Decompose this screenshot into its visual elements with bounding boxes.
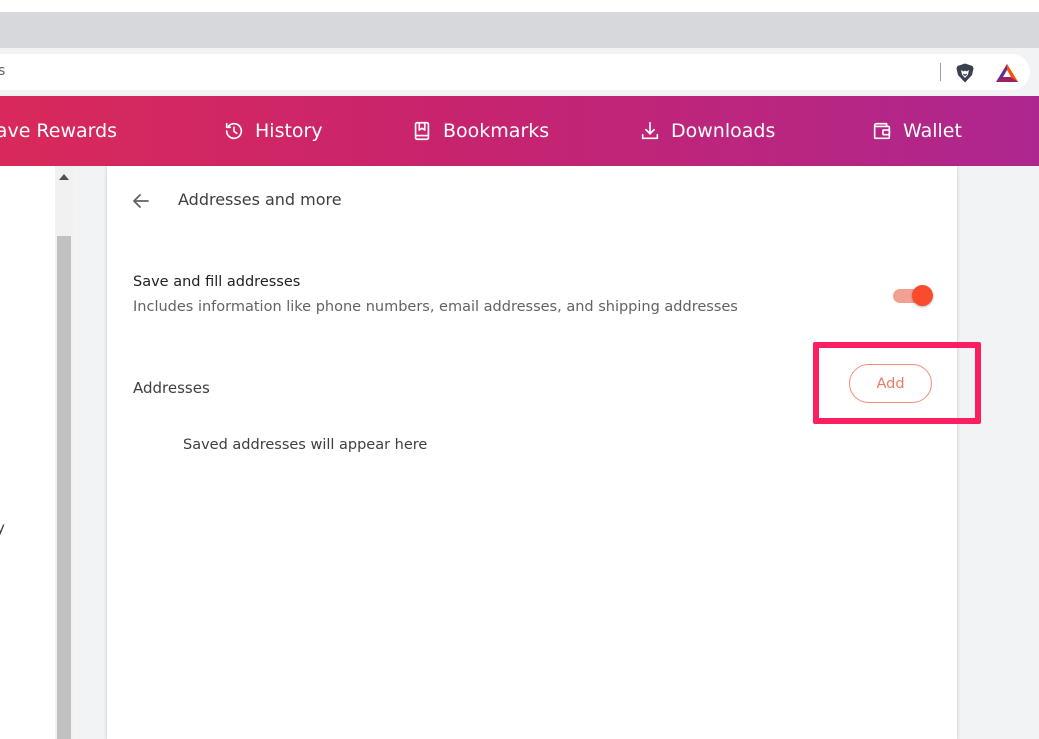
- history-icon: [225, 122, 243, 140]
- nav-brave-rewards-label: rave Rewards: [0, 120, 118, 142]
- page-title: Addresses and more: [178, 190, 342, 209]
- nav-wallet-label: Wallet: [903, 120, 962, 142]
- address-bar-separator: [940, 63, 941, 81]
- nav-history[interactable]: History: [223, 96, 323, 166]
- nav-downloads[interactable]: Downloads: [639, 96, 775, 166]
- nav-downloads-label: Downloads: [671, 120, 776, 142]
- bookmarks-icon: [414, 121, 430, 141]
- scrollbar-thumb[interactable]: [57, 236, 71, 739]
- tab-strip: [0, 0, 1039, 48]
- browser-window: s rave Rewards History Bookmarks Downloa…: [0, 0, 1039, 739]
- addresses-settings-card: Addresses and more Save and fill address…: [107, 166, 957, 739]
- addresses-empty-message: Saved addresses will appear here: [183, 437, 428, 453]
- nav-wallet[interactable]: Wallet: [871, 96, 962, 166]
- nav-history-label: History: [255, 120, 323, 142]
- save-fill-addresses-label: Save and fill addresses: [133, 274, 301, 290]
- brave-settings-navbar: rave Rewards History Bookmarks Downloads…: [0, 96, 1039, 166]
- nav-bookmarks-label: Bookmarks: [443, 120, 550, 142]
- brave-shields-icon[interactable]: [954, 62, 976, 84]
- downloads-icon: [641, 121, 659, 140]
- sidebar-clipped-text[interactable]: y: [0, 519, 5, 537]
- wallet-icon: [873, 122, 891, 140]
- settings-sidebar: y: [0, 166, 55, 739]
- browser-toolbar: s: [0, 48, 1039, 96]
- toggle-knob: [912, 285, 933, 306]
- address-bar-text[interactable]: s: [0, 63, 5, 79]
- tab-strip-band: [0, 12, 1039, 48]
- sidebar-scrollbar[interactable]: [55, 166, 73, 739]
- add-address-button[interactable]: Add: [849, 364, 932, 403]
- save-fill-addresses-toggle[interactable]: [893, 285, 935, 307]
- back-arrow-icon[interactable]: [131, 191, 151, 211]
- save-fill-addresses-description: Includes information like phone numbers,…: [133, 299, 738, 315]
- nav-brave-rewards[interactable]: rave Rewards: [0, 96, 117, 166]
- scroll-up-arrow-icon[interactable]: [59, 174, 69, 180]
- nav-bookmarks[interactable]: Bookmarks: [411, 96, 549, 166]
- brave-rewards-bat-icon[interactable]: [995, 63, 1019, 83]
- addresses-section-title: Addresses: [133, 379, 210, 397]
- address-bar[interactable]: s: [0, 54, 1030, 90]
